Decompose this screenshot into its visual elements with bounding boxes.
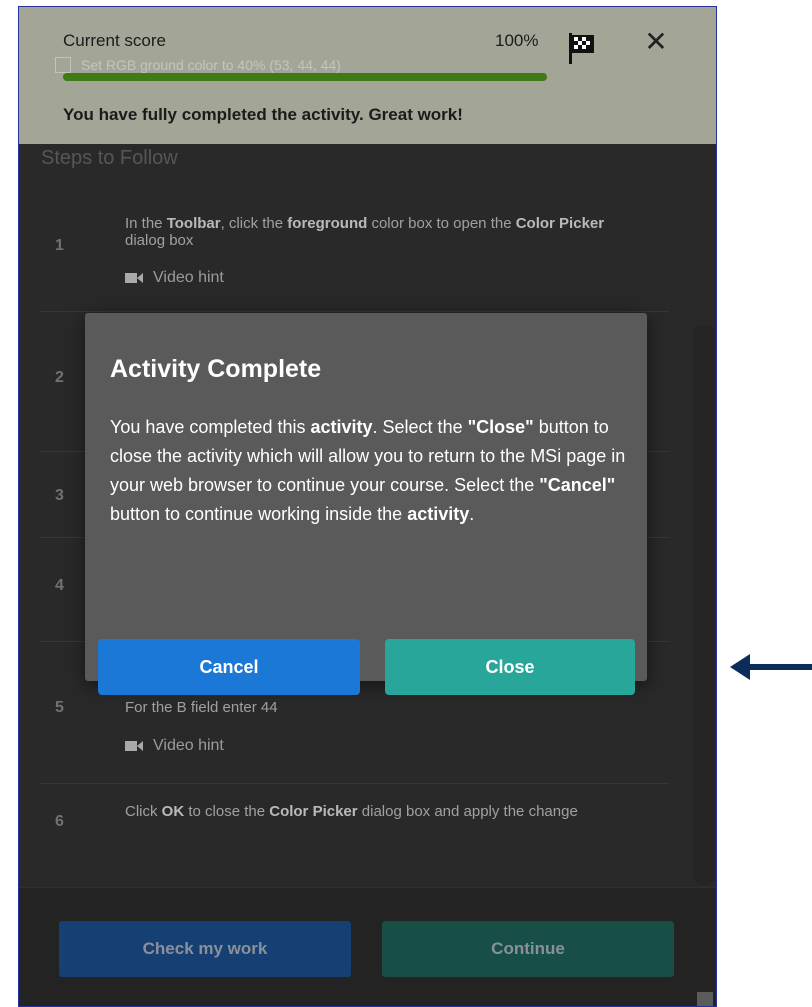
hidden-step-text: Set RGB ground color to 40% (53, 44, 44) <box>81 57 341 73</box>
dialog-body: You have completed this activity. Select… <box>110 417 626 524</box>
activity-panel: Set RGB ground color to 40% (53, 44, 44)… <box>18 6 717 1007</box>
score-progress-fill <box>63 73 547 81</box>
score-bar: Set RGB ground color to 40% (53, 44, 44)… <box>19 7 716 144</box>
close-icon[interactable]: ✕ <box>641 27 671 57</box>
score-label: Current score <box>63 31 166 50</box>
flag-icon[interactable] <box>567 31 597 65</box>
dialog-title: Activity Complete <box>110 355 322 383</box>
score-percent: 100% <box>495 31 539 50</box>
score-progress-bar <box>63 73 547 81</box>
activity-complete-dialog: Activity Complete You have completed thi… <box>85 313 647 695</box>
hidden-step-checkbox <box>55 57 71 73</box>
arrow-left-icon <box>730 654 812 680</box>
completion-message: You have fully completed the activity. G… <box>63 105 463 124</box>
close-button[interactable]: Close <box>385 639 635 695</box>
cancel-button[interactable]: Cancel <box>98 639 360 695</box>
